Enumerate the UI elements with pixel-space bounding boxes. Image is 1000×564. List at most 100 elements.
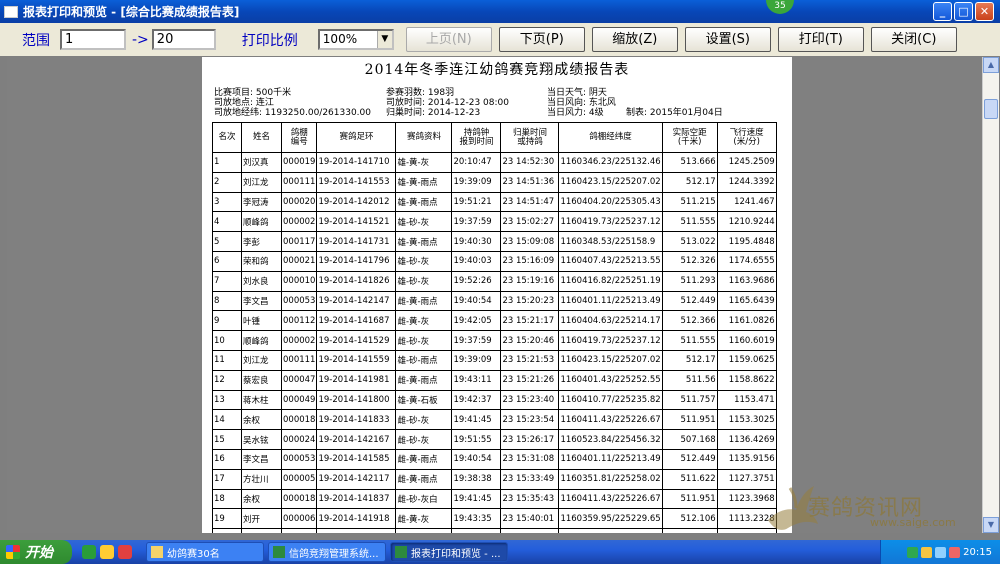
range-to-input[interactable]: 20: [151, 29, 216, 50]
table-cell: 1: [212, 152, 242, 173]
preview-area[interactable]: 2014年冬季连江幼鸽赛竞翔成绩报告表 比赛项目: 500千米 司放地点: 连江…: [7, 57, 982, 533]
quick-launch-icon[interactable]: [118, 545, 132, 559]
taskbar-item-folder[interactable]: 幼鸽赛30名: [146, 542, 264, 562]
table-cell: 雄-黄-灰: [395, 152, 453, 173]
scale-select[interactable]: 100% ▼: [317, 29, 394, 50]
table-cell: 23 15:21:17: [500, 310, 560, 332]
close-window-button[interactable]: ✕: [975, 2, 994, 21]
info-wind-direction: 当日风向: 东北风: [547, 98, 616, 108]
table-cell: 19-2014-141521: [316, 211, 397, 233]
quick-launch-icon[interactable]: [100, 545, 114, 559]
table-cell: 19-2014-142117: [316, 468, 397, 490]
table-cell: 23 15:21:53: [500, 349, 560, 371]
table-row: 15 吴水铉 000024 19-2014-142167 雌-砂-灰 19:51:55 23…: [212, 429, 777, 450]
table-cell: 6: [212, 250, 242, 272]
table-cell: 000053: [280, 448, 318, 470]
table-cell: 1135.9156: [716, 448, 777, 470]
table-row: 5 李彭 000117 19-2014-141731 雄-黄-雨点 19:40:30 23 …: [212, 231, 777, 252]
tray-icon[interactable]: [907, 546, 919, 558]
info-wind-force: 当日风力: 4级: [547, 108, 604, 118]
table-cell: 雌-黄-雨点: [395, 290, 453, 312]
chevron-down-icon[interactable]: ▼: [376, 31, 392, 48]
scroll-thumb[interactable]: [984, 99, 998, 119]
table-cell: 000111: [280, 171, 318, 193]
table-cell: 8: [212, 290, 242, 312]
table-cell: 雄-砂-灰: [395, 250, 453, 272]
range-from-input[interactable]: 1: [60, 29, 126, 50]
table-cell: 23 14:51:47: [500, 191, 560, 213]
quick-launch-icon[interactable]: [82, 545, 96, 559]
column-header: 名次: [212, 122, 242, 153]
table-cell: 1160407.43/225213.55: [558, 250, 663, 272]
scroll-up-icon[interactable]: ▲: [983, 57, 999, 73]
table-cell: 511.951: [661, 409, 718, 431]
table-cell: 余权: [241, 488, 282, 510]
table-cell: 1160404.20/225305.43: [558, 191, 663, 213]
table-cell: 1153.3025: [716, 409, 777, 431]
minimize-button[interactable]: _: [933, 2, 952, 21]
column-header: 持鸽钟 报到时间: [451, 122, 502, 153]
vertical-scrollbar[interactable]: ▲ ▼: [982, 57, 999, 533]
maximize-button[interactable]: □: [954, 2, 973, 21]
close-button[interactable]: 关闭(C): [870, 27, 957, 52]
table-cell: 000111: [280, 349, 318, 371]
window-titlebar[interactable]: 报表打印和预览 - [综合比赛成绩报告表] _ □ ✕: [0, 0, 1000, 23]
table-cell: 511.555: [661, 330, 718, 351]
table-cell: 1165.6439: [716, 290, 777, 312]
tray-icon[interactable]: [921, 546, 933, 558]
table-cell: 000117: [280, 231, 318, 252]
prev-page-button[interactable]: 上页(N): [405, 27, 492, 52]
table-row: 11 刘江龙 000111 19-2014-141559 雄-砂-雨点 19:39:09 2…: [212, 349, 777, 371]
table-cell: 507.421: [661, 528, 718, 533]
print-button[interactable]: 打印(T): [777, 27, 864, 52]
taskbar-item-manager[interactable]: 信鸽竞翔管理系统...: [268, 542, 386, 562]
scroll-down-icon[interactable]: ▼: [983, 517, 999, 533]
next-page-button[interactable]: 下页(P): [498, 27, 585, 52]
table-cell: 19:37:59: [451, 330, 502, 351]
table-cell: 23 15:40:01: [500, 508, 560, 530]
table-cell: 李文昌: [241, 448, 282, 470]
table-cell: 19-2014-141585: [316, 448, 397, 470]
app-icon: [4, 5, 18, 18]
start-button[interactable]: 开始: [0, 540, 72, 564]
tray-icon[interactable]: [949, 546, 961, 558]
table-cell: 刘水良: [241, 270, 282, 292]
zoom-button[interactable]: 缩放(Z): [591, 27, 678, 52]
table-row: 14 余权 000018 19-2014-141833 雌-砂-灰 19:41:45 23 …: [212, 409, 777, 431]
table-row: 1 刘汉真 000019 19-2014-141710 雄-黄-灰 20:10:47 23 …: [212, 152, 777, 173]
settings-button[interactable]: 设置(S): [684, 27, 771, 52]
info-weather: 当日天气: 阴天: [547, 88, 607, 98]
taskbar-item-preview[interactable]: 报表打印和预览 - ...: [390, 542, 508, 562]
table-cell: 19-2014-141981: [316, 369, 397, 391]
table-cell: 512.106: [661, 508, 718, 530]
table-cell: 19:41:45: [451, 488, 502, 510]
table-cell: 7: [212, 270, 242, 292]
tray-icon[interactable]: [935, 546, 947, 558]
table-cell: 512.17: [661, 349, 718, 371]
table-cell: 雌-黄-雨点: [395, 369, 453, 391]
range-label: 范围: [22, 32, 50, 49]
table-cell: 1160423.15/225207.02: [558, 349, 663, 371]
table-cell: 19-2014-141559: [316, 349, 397, 371]
table-cell: 1160351.81/225258.02: [558, 468, 663, 490]
table-cell: 雌-黄-雨点: [395, 448, 453, 470]
table-cell: 513.022: [661, 231, 718, 252]
table-cell: 1160419.73/225237.12: [558, 330, 663, 351]
table-cell: 19:39:09: [451, 171, 502, 193]
table-cell: 蔡宏良: [241, 369, 282, 391]
table-cell: 1153.471: [716, 389, 777, 411]
column-header: 飞行速度 (米/分): [716, 122, 777, 153]
start-label: 开始: [25, 545, 53, 561]
table-row: 10 顺峰鸽 000002 19-2014-141529 雌-砂-灰 19:37:59 23…: [212, 330, 777, 351]
table-cell: 19:38:38: [451, 468, 502, 490]
table-cell: 511.951: [661, 488, 718, 510]
table-cell: 19:40:03: [451, 250, 502, 272]
table-cell: 000018: [280, 409, 318, 431]
table-cell: 荣和鸽: [241, 250, 282, 272]
table-cell: 000018: [280, 488, 318, 510]
tree-icon: [273, 546, 285, 558]
table-row: 13 蒋木柱 000049 19-2014-141800 雄-黄-石板 19:42:37 2…: [212, 389, 777, 411]
table-cell: 19:43:35: [451, 508, 502, 530]
report-page: 2014年冬季连江幼鸽赛竞翔成绩报告表 比赛项目: 500千米 司放地点: 连江…: [202, 57, 792, 533]
tree-icon: [395, 546, 407, 558]
